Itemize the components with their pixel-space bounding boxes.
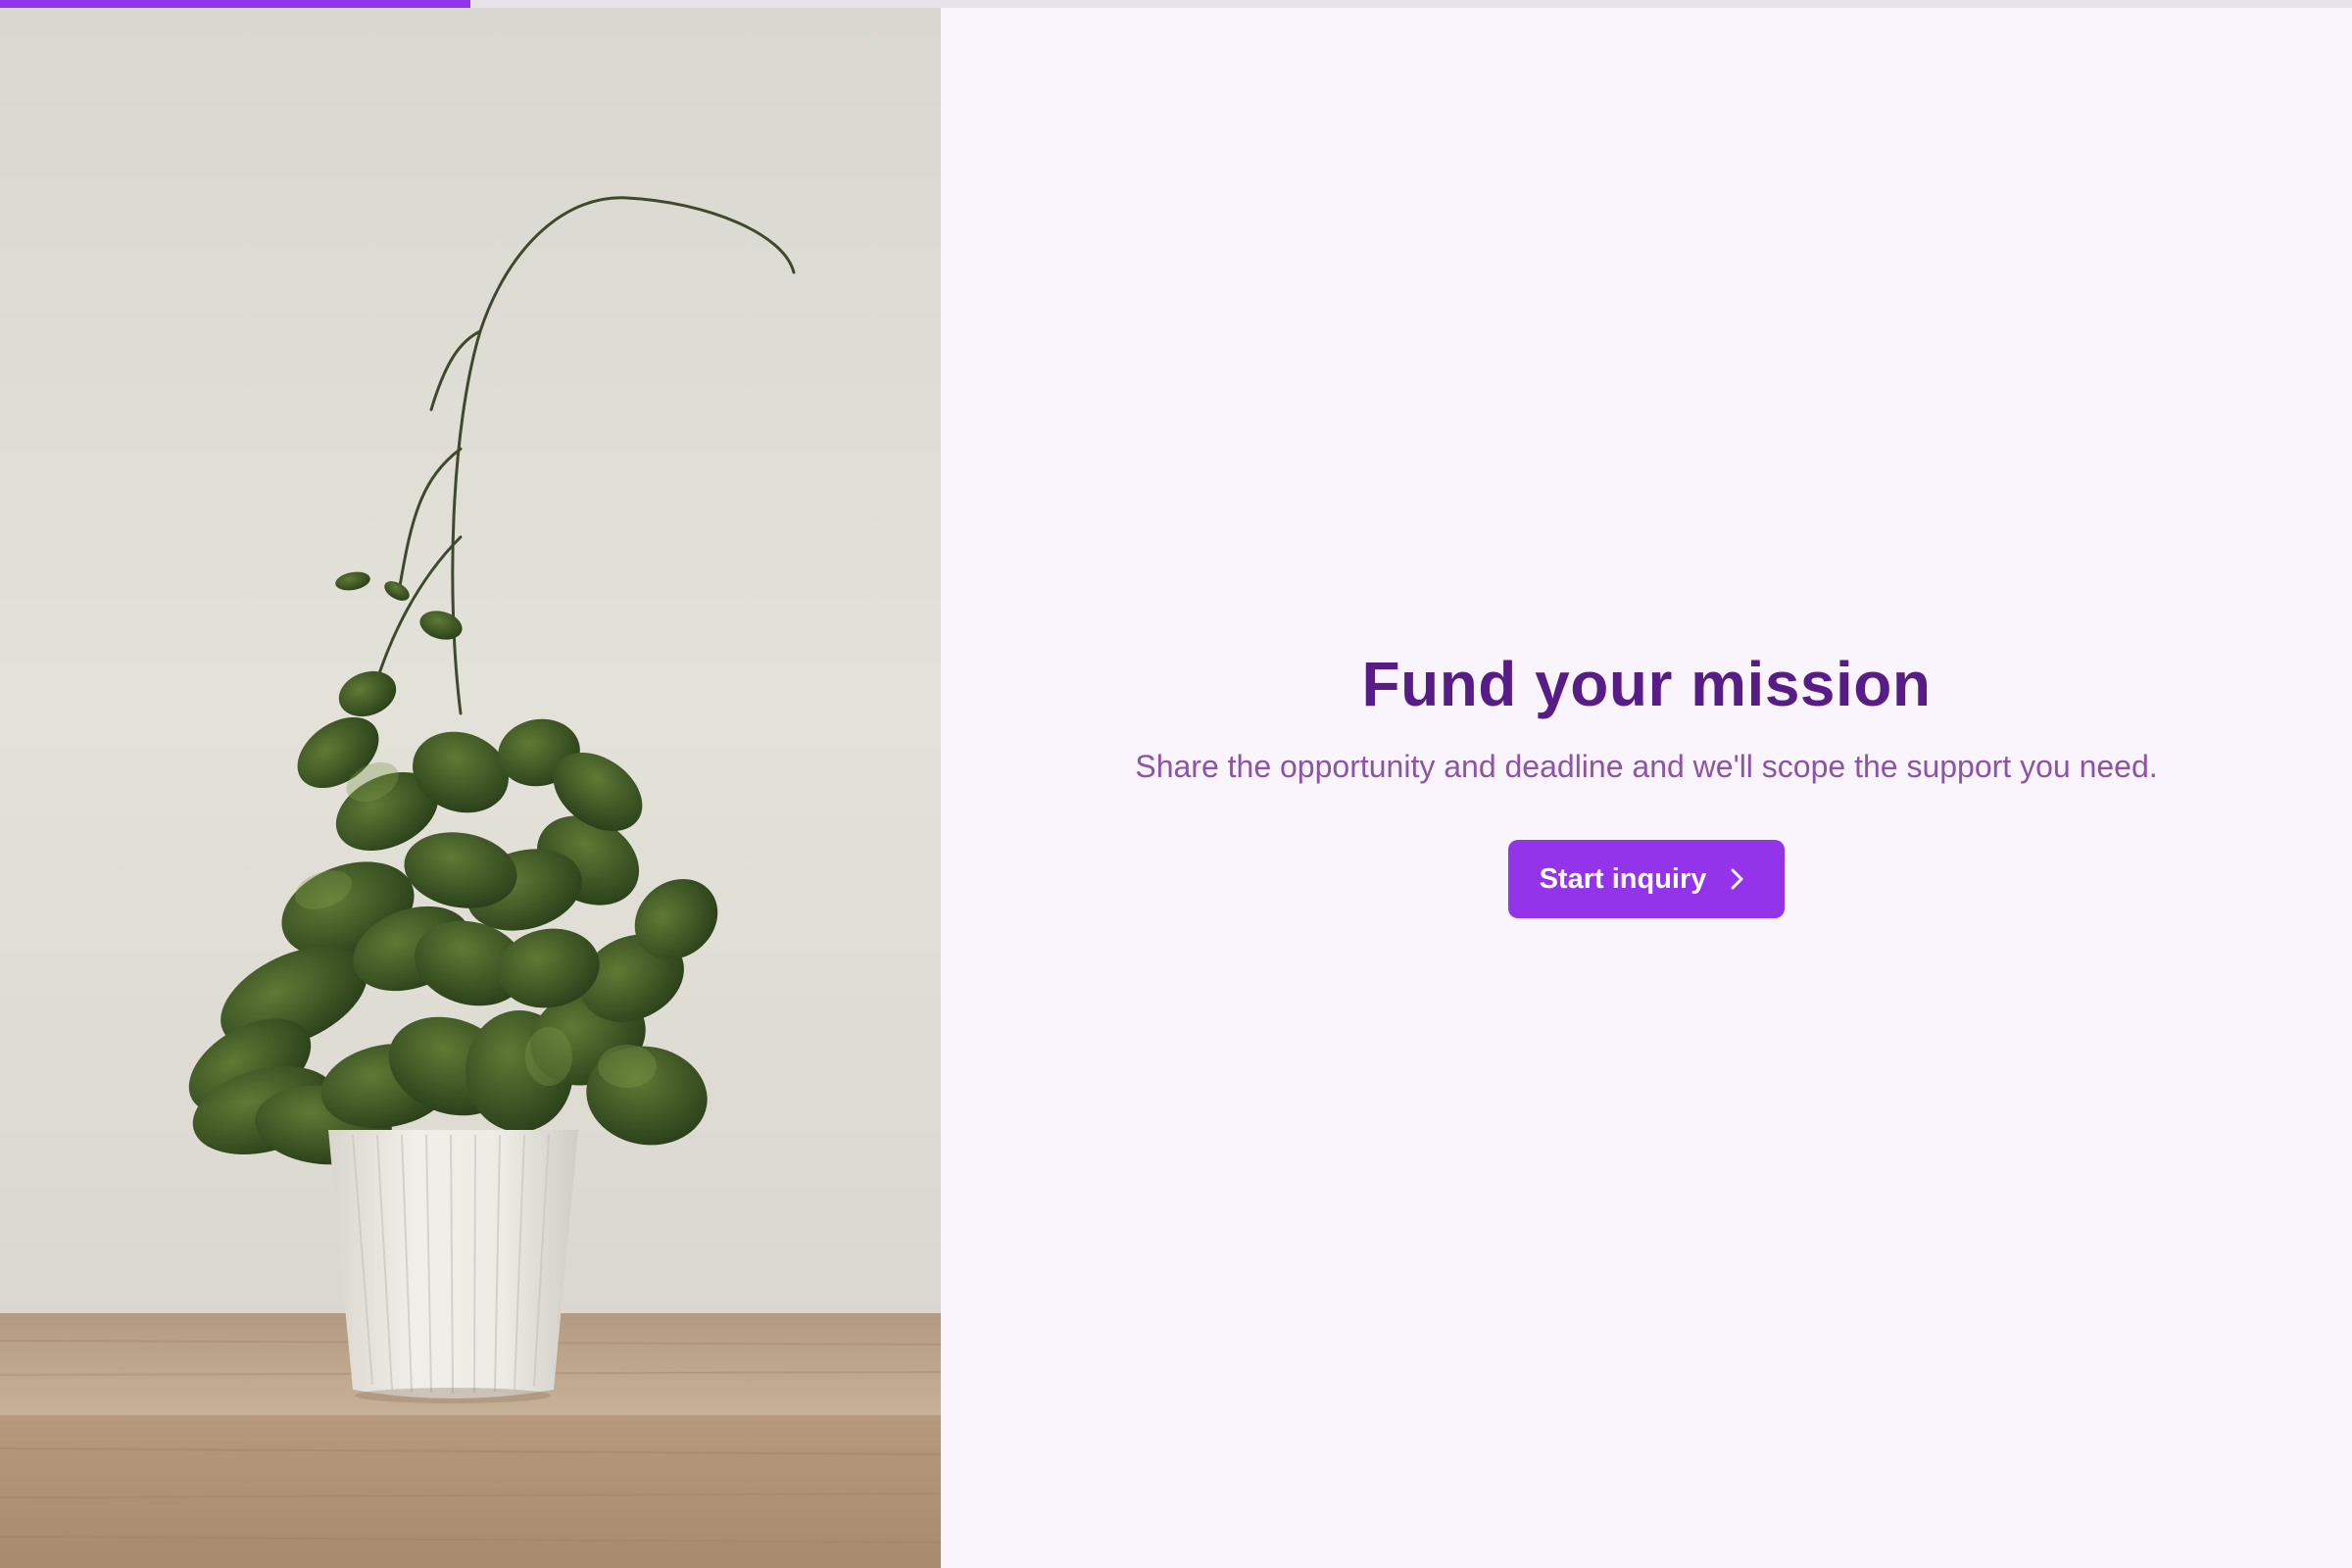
content-panel: Fund your mission Share the opportunity … — [941, 8, 2352, 1568]
progress-bar-fill — [0, 0, 470, 8]
page-title: Fund your mission — [1361, 648, 1932, 719]
chevron-right-icon — [1728, 866, 1747, 892]
hero-image — [0, 8, 941, 1568]
start-inquiry-button-label: Start inquiry — [1539, 862, 1707, 895]
start-inquiry-button[interactable]: Start inquiry — [1507, 840, 1786, 919]
progress-bar — [0, 0, 2352, 8]
hero-content: Fund your mission Share the opportunity … — [1135, 648, 2158, 919]
page-subtitle: Share the opportunity and deadline and w… — [1135, 749, 2158, 784]
